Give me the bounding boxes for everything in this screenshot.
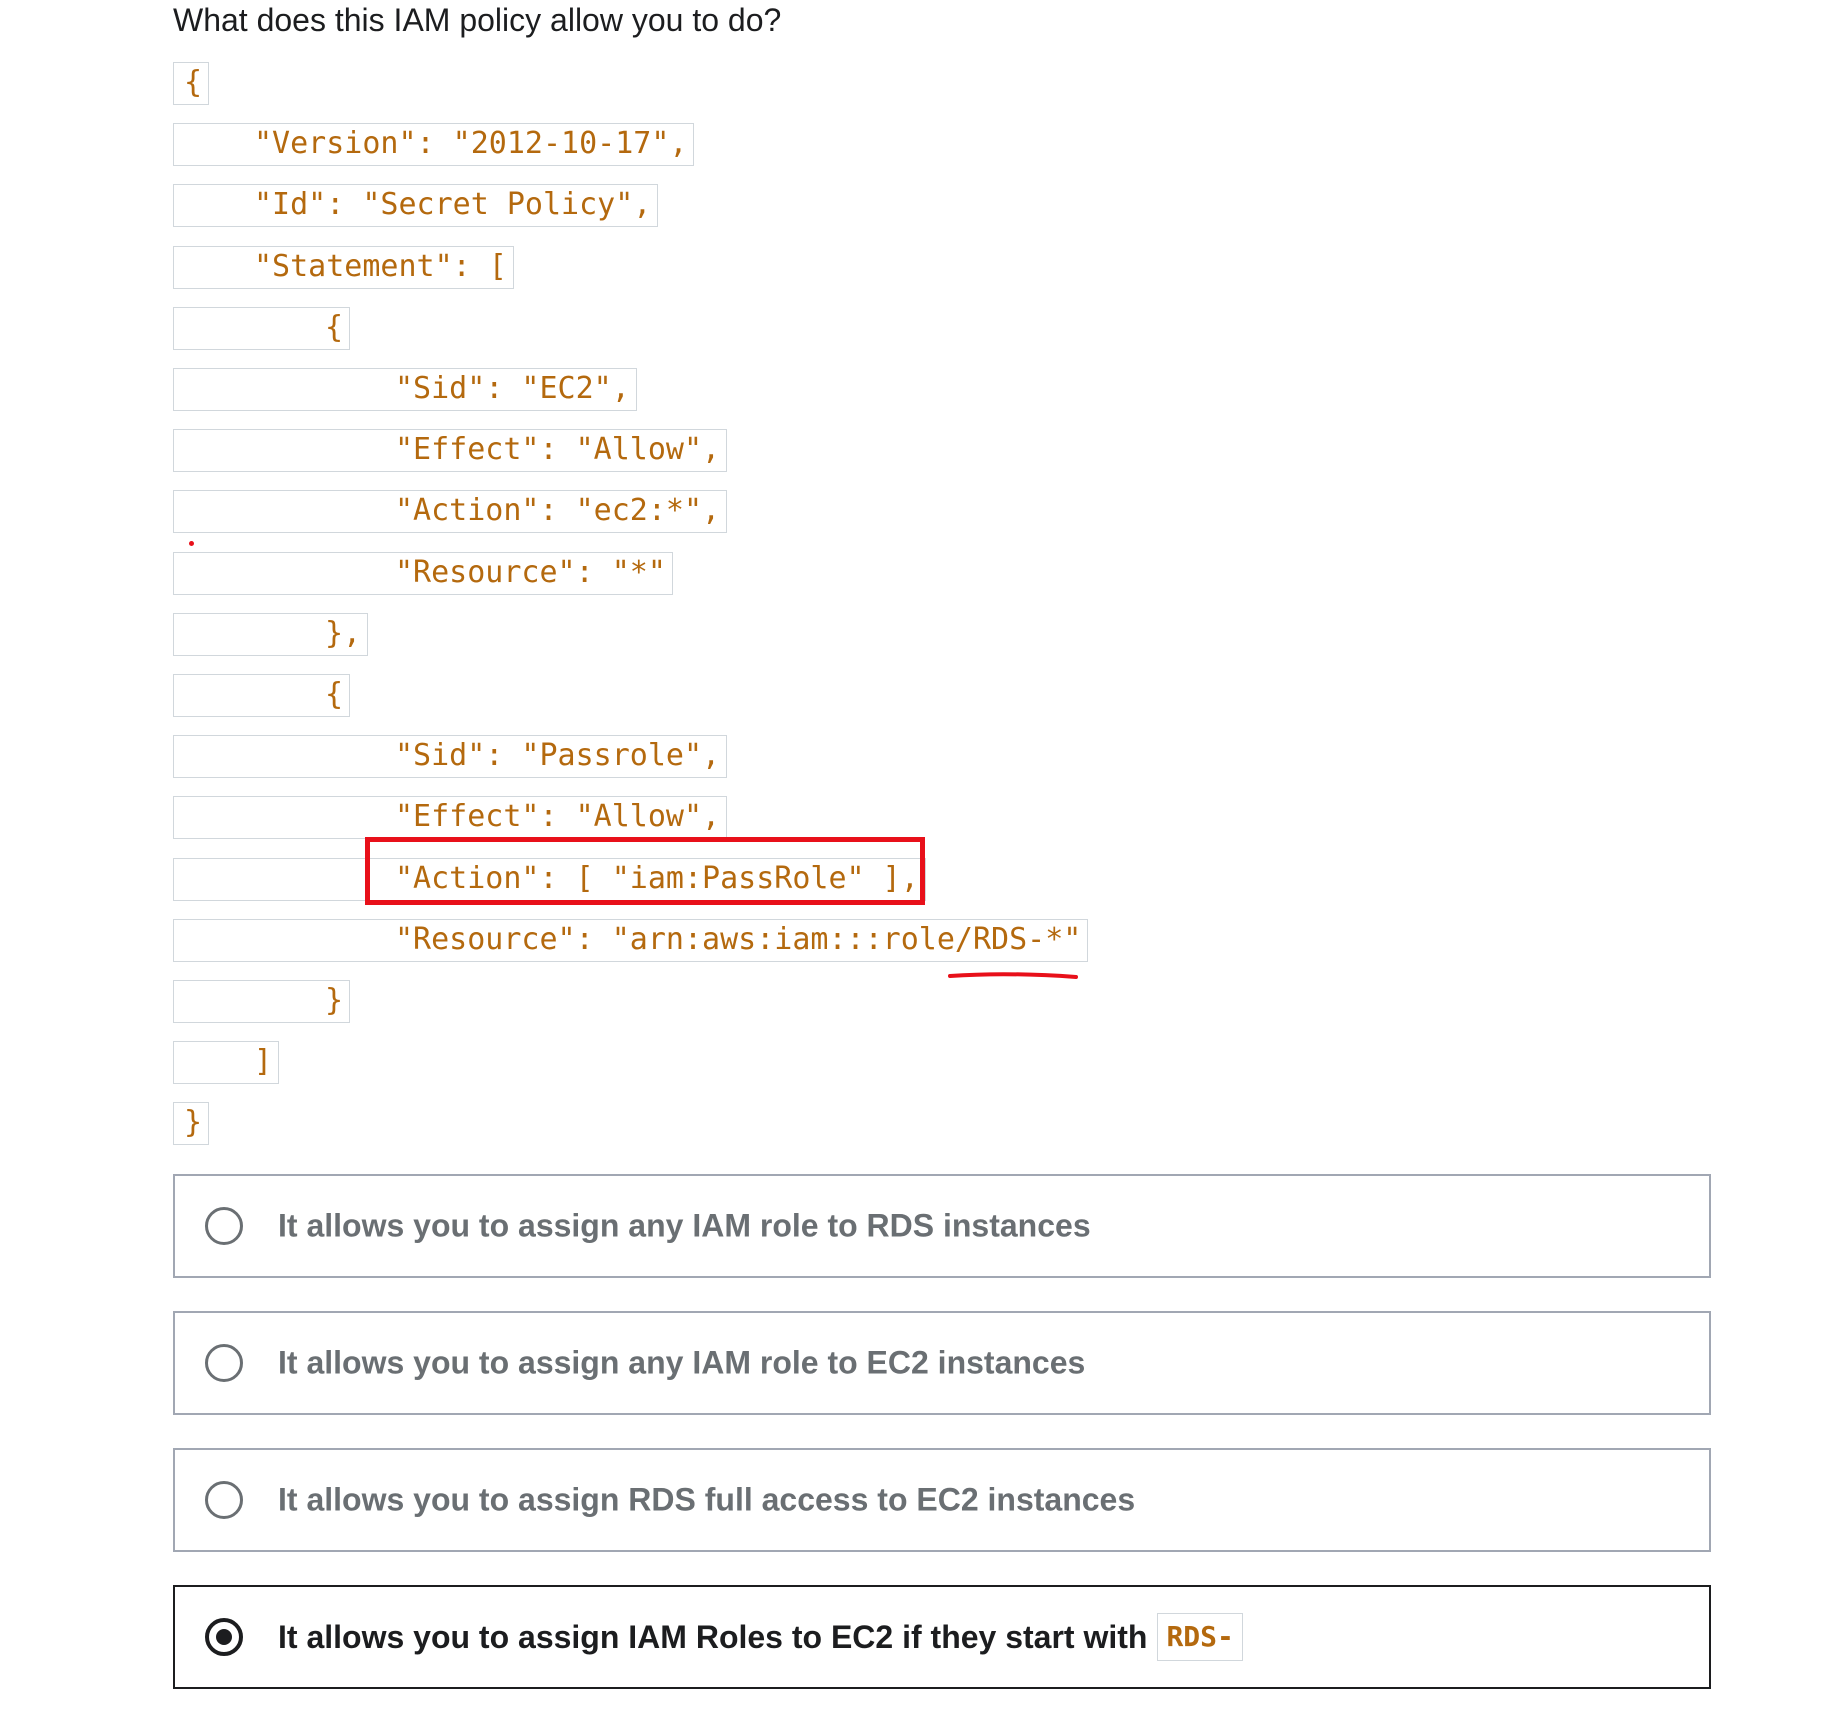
code-line-text: { [325,677,344,712]
code-line-text: "Effect": "Allow", [395,799,721,834]
radio-button-selected-icon[interactable] [205,1618,243,1656]
code-line: { [173,62,210,105]
answer-option-label: It allows you to assign any IAM role to … [278,1344,1086,1381]
code-line: "Effect": "Allow", [173,796,728,839]
code-line: "Statement": [ [173,246,514,289]
code-line: "Version": "2012-10-17", [173,123,695,166]
question-text: What does this IAM policy allow you to d… [173,2,782,38]
code-line-text: "Resource": "*" [395,555,666,590]
inline-code: RDS- [1157,1613,1243,1661]
code-line: "Effect": "Allow", [173,429,728,472]
code-line: { [173,674,351,717]
code-line-text: } [325,983,344,1018]
answer-option-2[interactable]: It allows you to assign any IAM role to … [173,1311,1711,1415]
code-line: } [173,1102,210,1145]
annotation-dot [189,541,194,546]
annotation-underline [948,972,1078,979]
code-line-text: { [325,310,344,345]
code-line: "Resource": "*" [173,552,673,595]
code-line-text: "Statement": [ [254,249,507,284]
code-line-text: "Effect": "Allow", [395,432,721,467]
code-line-text: ] [254,1044,273,1079]
answer-option-text: It allows you to assign IAM Roles to EC2… [278,1618,1148,1655]
answer-option-4[interactable]: It allows you to assign IAM Roles to EC2… [173,1585,1711,1689]
radio-button-icon[interactable] [205,1481,243,1519]
code-line: "Action": "ec2:*", [173,490,728,533]
code-line-text: "Resource": "arn:aws:iam:::role/RDS-*" [395,922,1082,957]
code-line: "Sid": "Passrole", [173,735,728,778]
code-line-text: "Sid": "Passrole", [395,738,721,773]
code-line-text: { [184,65,203,100]
code-line: "Resource": "arn:aws:iam:::role/RDS-*" [173,919,1089,962]
code-line: "Action": [ "iam:PassRole" ], [173,858,926,901]
answer-option-1[interactable]: It allows you to assign any IAM role to … [173,1174,1711,1278]
answer-option-label: It allows you to assign RDS full access … [278,1481,1136,1518]
code-line-text: } [184,1105,203,1140]
answer-option-label: It allows you to assign any IAM role to … [278,1207,1091,1244]
code-line: "Id": "Secret Policy", [173,184,659,227]
code-line: ] [173,1041,280,1084]
answer-option-label: It allows you to assign IAM Roles to EC2… [278,1613,1243,1661]
code-line: }, [173,613,369,656]
answer-option-3[interactable]: It allows you to assign RDS full access … [173,1448,1711,1552]
code-line-text: "Id": "Secret Policy", [254,187,652,222]
code-line-text: "Version": "2012-10-17", [254,126,688,161]
code-line: "Sid": "EC2", [173,368,637,411]
code-line-text: }, [325,616,362,651]
code-line-text: "Action": "ec2:*", [395,493,721,528]
radio-button-icon[interactable] [205,1344,243,1382]
code-line-text: "Action": [ "iam:PassRole" ], [395,861,919,896]
radio-button-icon[interactable] [205,1207,243,1245]
code-line: { [173,307,351,350]
code-line: } [173,980,351,1023]
code-line-text: "Sid": "EC2", [395,371,630,406]
